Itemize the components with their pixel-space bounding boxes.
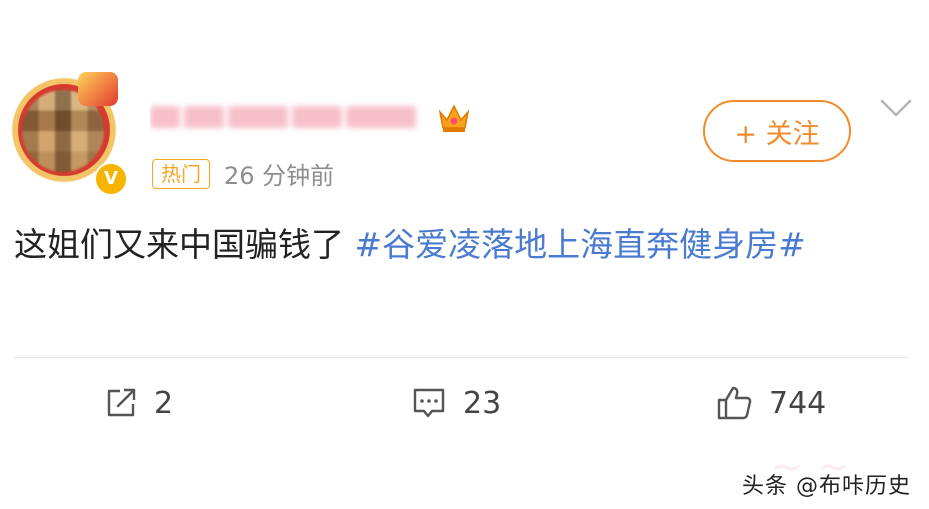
thumbs-up-icon xyxy=(717,386,752,420)
share-count: 2 xyxy=(154,385,174,421)
username-blurred[interactable] xyxy=(150,98,422,136)
like-count: 744 xyxy=(769,385,827,421)
comment-icon xyxy=(413,388,445,418)
share-button[interactable]: 2 xyxy=(104,380,173,426)
username-blur-block xyxy=(184,106,224,128)
avatar[interactable]: V xyxy=(8,66,128,196)
hashtag-link[interactable]: #谷爱凌落地上海直奔健身房# xyxy=(355,225,806,264)
username-blur-block xyxy=(292,106,342,128)
post-body-text: 这姐们又来中国骗钱了 xyxy=(14,225,355,264)
comment-count: 23 xyxy=(463,385,502,421)
comment-button[interactable]: 23 xyxy=(411,380,501,426)
username-blur-block xyxy=(346,106,416,128)
avatar-badge-decoration xyxy=(78,72,118,106)
username-blur-block xyxy=(228,106,288,128)
post-meta: 热门 26 分钟前 xyxy=(152,156,334,191)
share-icon xyxy=(107,388,136,417)
username-blur-block xyxy=(150,106,180,128)
verified-icon: V xyxy=(94,162,128,196)
follow-button[interactable]: + 关注 xyxy=(703,100,851,162)
divider xyxy=(14,357,908,358)
source-watermark: 头条 @布咔历史 xyxy=(742,474,911,499)
hot-tag: 热门 xyxy=(152,158,210,189)
post-time: 26 分钟前 xyxy=(224,162,335,190)
post-content: 这姐们又来中国骗钱了 #谷爱凌落地上海直奔健身房# xyxy=(14,216,914,274)
chevron-down-icon[interactable] xyxy=(878,96,914,120)
like-button[interactable]: 744 xyxy=(715,380,826,426)
crown-icon xyxy=(438,104,470,132)
